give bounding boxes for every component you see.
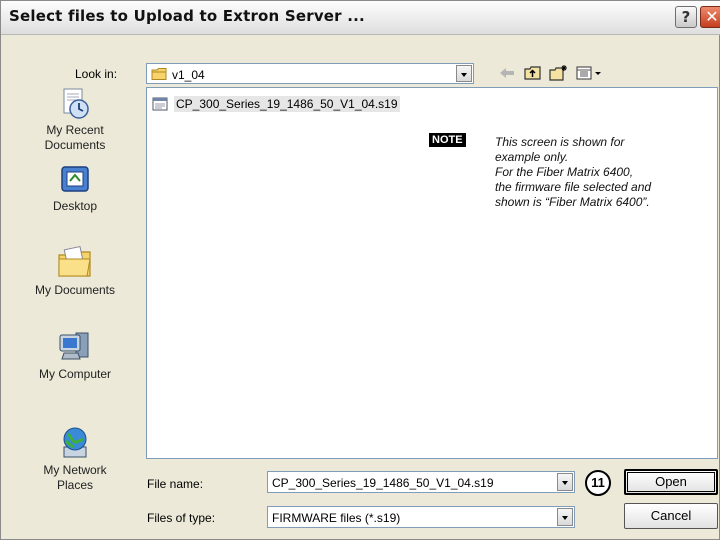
note-line: For the Fiber Matrix 6400, [495, 165, 634, 179]
place-my-network-places[interactable]: My Network Places [11, 425, 139, 493]
look-in-select[interactable]: v1_04 [146, 63, 474, 84]
chevron-down-icon[interactable] [557, 473, 573, 491]
chevron-down-icon[interactable] [557, 508, 573, 526]
close-icon: ✕ [705, 7, 719, 26]
look-in-value: v1_04 [172, 68, 205, 82]
back-arrow-icon[interactable] [497, 64, 517, 82]
place-label: Documents [44, 138, 106, 152]
file-type-select[interactable]: FIRMWARE files (*.s19) [267, 506, 575, 528]
place-label: My Recent [46, 123, 104, 137]
place-label: Desktop [52, 199, 98, 213]
file-name-value: CP_300_Series_19_1486_50_V1_04.s19 [272, 476, 494, 490]
file-type-label: Files of type: [147, 511, 216, 525]
close-button[interactable]: ✕ [700, 6, 720, 28]
desktop-icon [61, 166, 89, 192]
places-bar: My Recent Documents Desktop My Documents [11, 87, 139, 507]
callout-marker: 11 [585, 470, 611, 496]
cancel-button[interactable]: Cancel [624, 503, 718, 529]
place-my-documents[interactable]: My Documents [11, 245, 139, 298]
note-line: example only. [495, 150, 569, 164]
help-icon: ? [681, 8, 691, 26]
file-type-value: FIRMWARE files (*.s19) [272, 511, 401, 525]
place-label: My Network [43, 463, 107, 477]
file-icon [152, 97, 168, 111]
place-label: My Documents [34, 283, 116, 297]
title-bar[interactable]: Select files to Upload to Extron Server … [1, 1, 720, 35]
chevron-down-icon[interactable] [456, 65, 472, 82]
note-text: This screen is shown for example only. F… [495, 135, 715, 210]
recent-documents-icon [63, 88, 89, 119]
place-label: My Computer [38, 367, 112, 381]
look-in-label: Look in: [75, 67, 118, 81]
file-name: CP_300_Series_19_1486_50_V1_04.s19 [174, 96, 400, 112]
place-label: Places [56, 478, 94, 492]
folder-icon [151, 68, 167, 80]
file-upload-dialog: Select files to Upload to Extron Server … [0, 0, 720, 540]
open-button[interactable]: Open [624, 469, 718, 495]
note-badge: NOTE [429, 133, 466, 147]
place-desktop[interactable]: Desktop [11, 163, 139, 214]
file-name-label: File name: [147, 477, 204, 491]
view-menu-icon[interactable] [576, 64, 604, 82]
note-line: shown is “Fiber Matrix 6400”. [495, 195, 650, 209]
place-my-computer[interactable]: My Computer [11, 329, 139, 382]
help-button[interactable]: ? [675, 6, 697, 28]
up-folder-icon[interactable] [523, 64, 543, 82]
window-title: Select files to Upload to Extron Server … [9, 7, 365, 25]
note-line: the firmware file selected and [495, 180, 652, 194]
my-computer-icon [59, 332, 89, 360]
network-places-icon [63, 427, 87, 458]
place-my-recent-documents[interactable]: My Recent Documents [11, 87, 139, 153]
note-line: This screen is shown for [495, 135, 625, 149]
new-folder-icon[interactable] [549, 64, 569, 82]
file-name-input[interactable]: CP_300_Series_19_1486_50_V1_04.s19 [267, 471, 575, 493]
my-documents-icon [58, 245, 91, 277]
